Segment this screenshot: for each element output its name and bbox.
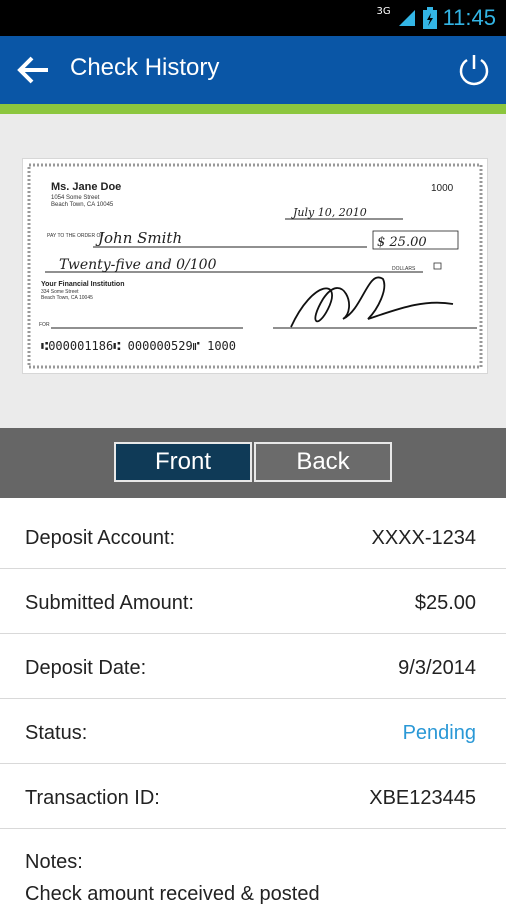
notes-section: Notes: Check amount received & posted bbox=[25, 846, 320, 910]
front-button[interactable]: Front bbox=[114, 442, 252, 482]
side-toggle-bar bbox=[0, 428, 506, 498]
status-label: Status: bbox=[25, 722, 88, 744]
back-arrow-icon[interactable] bbox=[16, 53, 52, 87]
deposit-date-value: 9/3/2014 bbox=[398, 657, 476, 679]
notes-text: Check amount received & posted bbox=[25, 883, 320, 905]
signal-icon bbox=[398, 10, 415, 26]
detail-row-status: Status: Pending bbox=[0, 700, 506, 764]
amount-numeric: $ 25.00 bbox=[377, 235, 427, 250]
amount-words: Twenty-five and 0/100 bbox=[59, 257, 217, 273]
payer-name: Ms. Jane Doe bbox=[51, 181, 121, 193]
submitted-amount-label: Submitted Amount: bbox=[25, 592, 194, 614]
dollars-label: DOLLARS bbox=[392, 266, 416, 272]
deposit-account-value: XXXX-1234 bbox=[371, 527, 476, 549]
app-bar: Check History bbox=[0, 36, 506, 104]
battery-icon bbox=[422, 7, 437, 29]
bank-name: Your Financial Institution bbox=[41, 281, 124, 288]
payer-address-line1: 1054 Some Street bbox=[51, 195, 100, 201]
bank-address-line2: Beach Town, CA 10045 bbox=[41, 295, 93, 301]
payee-name: John Smith bbox=[95, 229, 182, 247]
detail-row-transaction-id: Transaction ID: XBE123445 bbox=[0, 765, 506, 829]
check-date: July 10, 2010 bbox=[291, 206, 367, 219]
network-type: 3G bbox=[376, 5, 391, 17]
status-bar: 3G 11:45 bbox=[0, 0, 506, 36]
check-number: 1000 bbox=[431, 183, 454, 194]
signature bbox=[290, 276, 454, 328]
back-button[interactable]: Back bbox=[254, 442, 392, 482]
submitted-amount-value: $25.00 bbox=[414, 592, 476, 614]
detail-row-submitted-amount: Submitted Amount: $25.00 bbox=[0, 570, 506, 634]
clock: 11:45 bbox=[442, 5, 496, 30]
for-label: FOR bbox=[39, 322, 50, 328]
deposit-account-label: Deposit Account: bbox=[25, 527, 176, 549]
check-image: Ms. Jane Doe 1054 Some Street Beach Town… bbox=[22, 158, 488, 374]
detail-row-deposit-date: Deposit Date: 9/3/2014 bbox=[0, 635, 506, 699]
deposit-date-label: Deposit Date: bbox=[25, 657, 147, 679]
power-icon[interactable] bbox=[456, 52, 492, 88]
detail-row-deposit-account: Deposit Account: XXXX-1234 bbox=[0, 505, 506, 569]
accent-stripe bbox=[0, 104, 506, 114]
status-value: Pending bbox=[402, 722, 476, 744]
page-title: Check History bbox=[70, 54, 220, 81]
pay-to-label: PAY TO THE ORDER OF bbox=[47, 233, 103, 239]
micr-line: ⑆000001186⑆ 000000529⑈ 1000 bbox=[41, 339, 236, 353]
payer-address-line2: Beach Town, CA 10045 bbox=[51, 202, 114, 208]
transaction-id-value: XBE123445 bbox=[369, 787, 476, 809]
notes-label: Notes: bbox=[25, 851, 83, 873]
transaction-id-label: Transaction ID: bbox=[25, 787, 160, 809]
